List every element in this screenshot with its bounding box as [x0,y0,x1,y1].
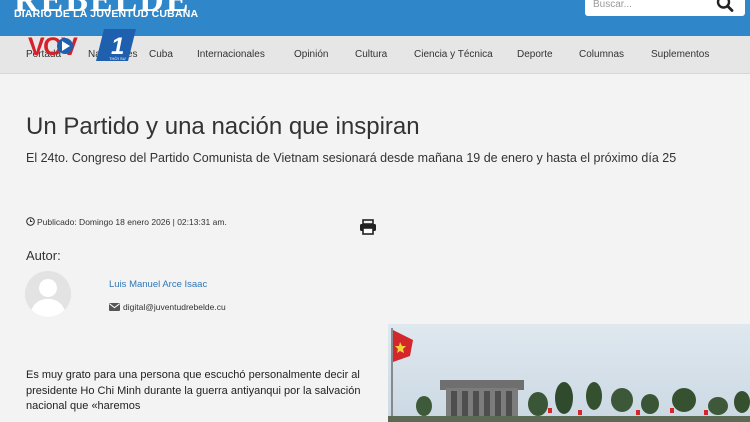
article-title: Un Partido y una nación que inspiran [26,113,420,140]
nav-item-columnas[interactable]: Columnas [579,49,624,60]
nav-item-cultura[interactable]: Cultura [355,49,387,60]
vov1-logo: VOV 1 THỜI SỰ [28,29,136,61]
envelope-icon [109,303,120,311]
site-tagline: DIARIO DE LA JUVENTUD CUBANA [14,8,199,20]
author-email-text: digital@juventudrebelde.cu [123,302,226,312]
article-photo[interactable] [388,324,750,422]
publish-date-text: Publicado: Domingo 18 enero 2026 | 02:13… [37,217,227,227]
article-body: Es muy grato para una persona que escuch… [26,369,361,412]
nav-item-opinion[interactable]: Opinión [294,49,328,60]
vov-logo-small: THỜI SỰ [109,56,127,61]
publish-date: Publicado: Domingo 18 enero 2026 | 02:13… [26,217,227,227]
nav-item-ciencia-tecnica[interactable]: Ciencia y Técnica [414,49,493,60]
author-email: digital@juventudrebelde.cu [109,302,226,312]
search-icon[interactable] [715,0,735,14]
print-icon[interactable] [359,219,377,235]
avatar-placeholder-icon [25,271,71,317]
nav-item-deporte[interactable]: Deporte [517,49,553,60]
nav-item-suplementos[interactable]: Suplementos [651,49,709,60]
author-name-link[interactable]: Luis Manuel Arce Isaac [109,279,207,290]
nav-item-internacionales[interactable]: Internacionales [197,49,265,60]
author-avatar [25,271,71,317]
nav-item-cuba[interactable]: Cuba [149,49,173,60]
search-input[interactable] [593,0,703,12]
author-heading: Autor: [26,248,61,263]
article-subtitle: El 24to. Congreso del Partido Comunista … [26,151,677,165]
clock-icon [26,217,35,226]
search-box [585,0,745,16]
